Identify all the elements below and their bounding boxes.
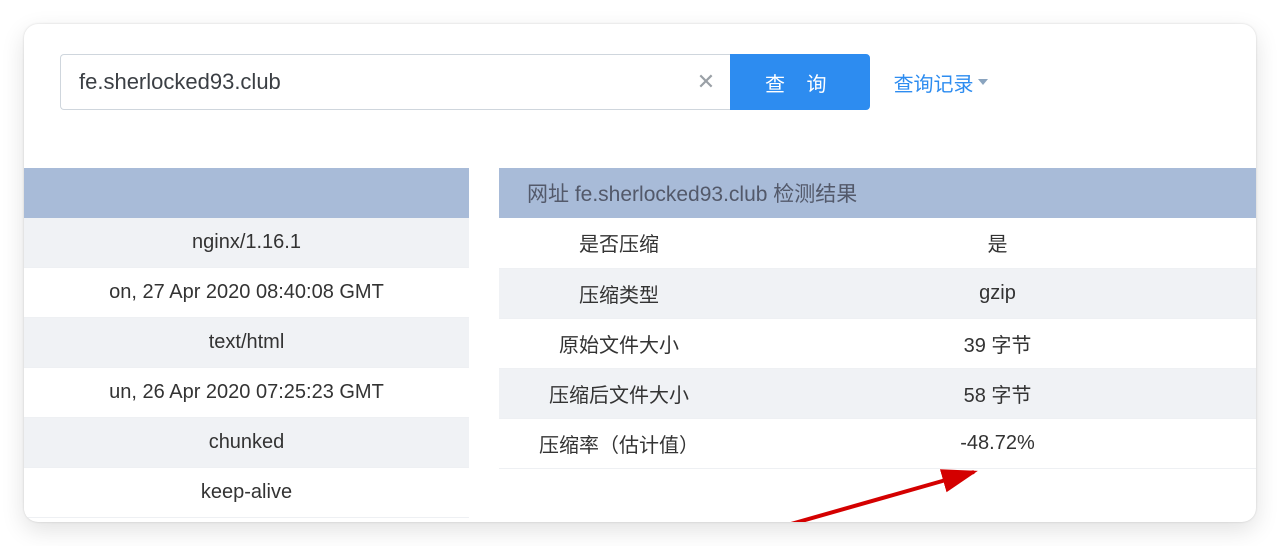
result-value: 58 字节 [739,368,1256,418]
detection-result-panel: 网址 fe.sherlocked93.club 检测结果 是否压缩 是 压缩类型… [499,168,1256,518]
query-button[interactable]: 查 询 [730,54,870,110]
header-value: un, 26 Apr 2020 07:25:23 GMT [24,368,469,418]
result-value: -48.72% [739,418,1256,468]
result-label: 是否压缩 [499,218,739,268]
table-row: 原始文件大小 39 字节 [499,318,1256,368]
search-input-wrap: ✕ [60,54,730,110]
table-row: 是否压缩 是 [499,218,1256,268]
history-label: 查询记录 [894,68,974,97]
result-table: 是否压缩 是 压缩类型 gzip 原始文件大小 39 字节 压缩后文件大小 58… [499,218,1256,469]
result-value: 是 [739,218,1256,268]
panel-title: 网址 fe.sherlocked93.club 检测结果 [499,168,1256,218]
result-value: 39 字节 [739,318,1256,368]
result-label: 原始文件大小 [499,318,739,368]
result-label: 压缩率（估计值） [499,418,739,468]
table-row: 压缩率（估计值） -48.72% [499,418,1256,468]
search-bar: ✕ 查 询 查询记录 [60,54,1256,110]
response-headers-table: nginx/1.16.1 on, 27 Apr 2020 08:40:08 GM… [24,168,469,518]
response-headers-header [24,168,469,218]
result-label: 压缩后文件大小 [499,368,739,418]
header-value: nginx/1.16.1 [24,218,469,268]
table-row: 压缩类型 gzip [499,268,1256,318]
chevron-down-icon [978,79,988,85]
clear-icon[interactable]: ✕ [692,68,720,96]
header-value: text/html [24,318,469,368]
header-value: on, 27 Apr 2020 08:40:08 GMT [24,268,469,318]
table-row: 压缩后文件大小 58 字节 [499,368,1256,418]
result-value: gzip [739,268,1256,318]
search-input[interactable] [60,54,730,110]
result-label: 压缩类型 [499,268,739,318]
header-value: keep-alive [24,468,469,518]
header-value: chunked [24,418,469,468]
history-dropdown[interactable]: 查询记录 [894,68,988,97]
